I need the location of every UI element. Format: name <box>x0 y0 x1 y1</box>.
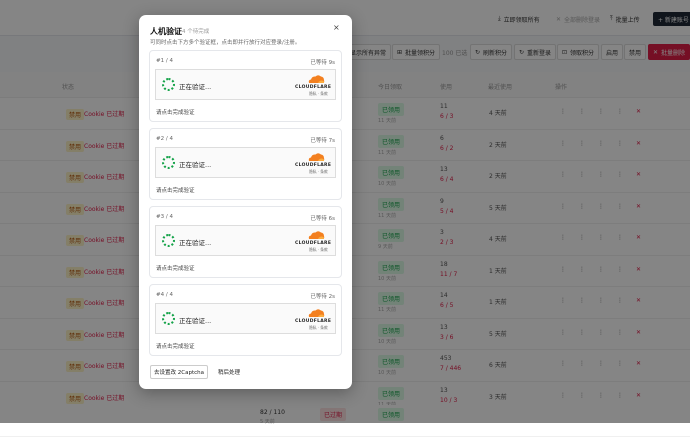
cloud-icon <box>308 75 325 83</box>
spinner-icon <box>162 312 175 325</box>
spinner-icon <box>162 78 175 91</box>
card-index: #2 / 4 <box>156 136 173 142</box>
privacy-terms-links[interactable]: 隐私 · 条款 <box>309 325 328 331</box>
captcha-card: #1 / 4 已等待 9s 正在验证... CLOUDFLARE 隐私 · 条款请点击完… <box>149 50 342 122</box>
cloudflare-widget[interactable]: 正在验证... CLOUDFLARE 隐私 · 条款 <box>155 225 336 256</box>
wait-time: 已等待 6s <box>310 216 335 222</box>
wait-time: 已等待 2s <box>310 294 335 300</box>
card-index: #4 / 4 <box>156 292 173 298</box>
captcha-card: #2 / 4 已等待 7s 正在验证... CLOUDFLARE 隐私 · 条款请点击完… <box>149 128 342 200</box>
pending-count: 4 个待完成 <box>182 29 210 35</box>
card-index: #1 / 4 <box>156 58 173 64</box>
wait-time: 已等待 9s <box>310 60 335 66</box>
verifying-text: 正在验证... <box>179 161 212 169</box>
click-hint: 请点击完成验证 <box>156 188 195 194</box>
cloudflare-widget[interactable]: 正在验证... CLOUDFLARE 隐私 · 条款 <box>155 303 336 334</box>
goto-2captcha-button[interactable]: 去设置改 2Captcha <box>150 365 208 379</box>
wait-time: 已等待 7s <box>310 138 335 144</box>
cloudflare-widget[interactable]: 正在验证... CLOUDFLARE 隐私 · 条款 <box>155 147 336 178</box>
click-hint: 请点击完成验证 <box>156 110 195 116</box>
cloudflare-logo: CLOUDFLARE 隐私 · 条款 <box>295 74 331 98</box>
privacy-terms-links[interactable]: 隐私 · 条款 <box>309 247 328 253</box>
spinner-icon <box>162 156 175 169</box>
cloudflare-wordmark: CLOUDFLARE <box>295 163 332 168</box>
cloudflare-wordmark: CLOUDFLARE <box>295 85 332 90</box>
cloudflare-logo: CLOUDFLARE 隐私 · 条款 <box>295 230 331 254</box>
captcha-modal: 人机验证 4 个待完成 × 可同时点击下方多个验证框，点击即并行放行对应登录/注… <box>139 15 352 389</box>
click-hint: 请点击完成验证 <box>156 344 195 350</box>
cloud-icon <box>308 153 325 161</box>
cloud-icon <box>308 231 325 239</box>
captcha-card: #3 / 4 已等待 6s 正在验证... CLOUDFLARE 隐私 · 条款请点击完… <box>149 206 342 278</box>
close-icon[interactable]: × <box>333 23 340 32</box>
cloudflare-wordmark: CLOUDFLARE <box>295 241 332 246</box>
privacy-terms-links[interactable]: 隐私 · 条款 <box>309 169 328 175</box>
modal-title: 人机验证 <box>150 27 182 36</box>
cloud-icon <box>308 309 325 317</box>
cloudflare-logo: CLOUDFLARE 隐私 · 条款 <box>295 152 331 176</box>
later-button[interactable]: 稍后处理 <box>215 365 243 379</box>
modal-description: 可同时点击下方多个验证框，点击即并行放行对应登录/注册。 <box>150 40 301 46</box>
verifying-text: 正在验证... <box>179 239 212 247</box>
cloudflare-wordmark: CLOUDFLARE <box>295 319 332 324</box>
cloudflare-logo: CLOUDFLARE 隐私 · 条款 <box>295 308 331 332</box>
cloudflare-widget[interactable]: 正在验证... CLOUDFLARE 隐私 · 条款 <box>155 69 336 100</box>
click-hint: 请点击完成验证 <box>156 266 195 272</box>
card-index: #3 / 4 <box>156 214 173 220</box>
privacy-terms-links[interactable]: 隐私 · 条款 <box>309 91 328 97</box>
verifying-text: 正在验证... <box>179 83 212 91</box>
verifying-text: 正在验证... <box>179 317 212 325</box>
captcha-card: #4 / 4 已等待 2s 正在验证... CLOUDFLARE 隐私 · 条款请点击完… <box>149 284 342 356</box>
spinner-icon <box>162 234 175 247</box>
